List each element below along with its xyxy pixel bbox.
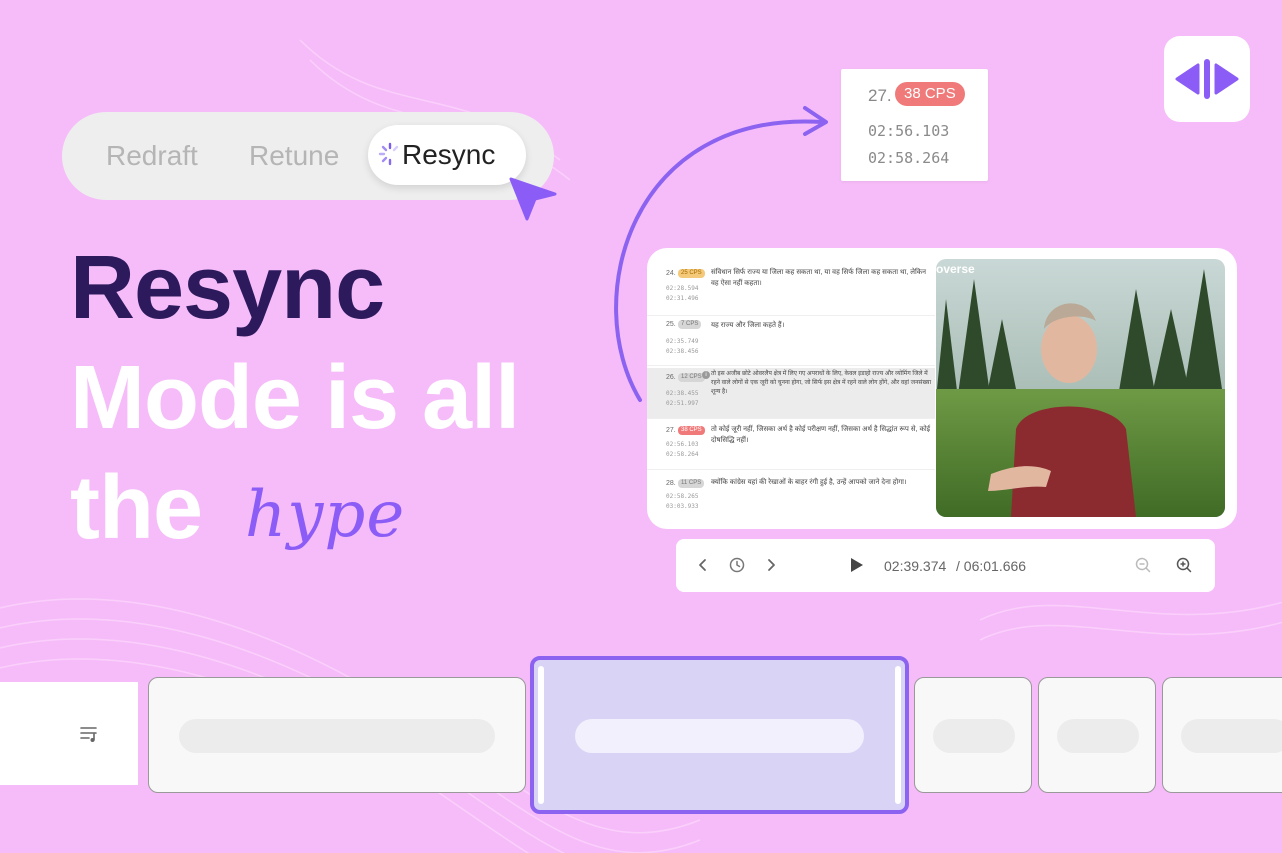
timeline-clip[interactable]	[914, 677, 1032, 793]
subtitle-row[interactable]: 28. 11 CPS क्योंकि कांग्रेस यहां की रेखा…	[647, 472, 935, 522]
subtitle-cps-badge: 11 CPS	[678, 479, 705, 488]
subtitle-row[interactable]: 25. 7 CPS यह राज्य और जिला कहते हैं। 02:…	[647, 318, 935, 366]
subtitle-end-time: 02:38.456	[666, 348, 699, 355]
timeline-track-header	[0, 682, 138, 785]
subtitle-cps-badge: 25 CPS	[678, 269, 705, 278]
mode-redraft-tab[interactable]: Redraft	[106, 112, 198, 200]
editor-panel: 24. 25 CPS संविधान सिर्फ राज्य या जिला क…	[647, 248, 1237, 529]
subtitle-text[interactable]: तो इस अजीब छोटे ओवरलैप क्षेत्र में लिए ग…	[711, 370, 931, 397]
player-bar: 02:39.374 / 06:01.666	[676, 539, 1215, 592]
clip-waveform-placeholder	[179, 719, 495, 753]
subtitle-text[interactable]: यह राज्य और जिला कहते हैं।	[711, 320, 931, 331]
subtitle-end-time: 02:51.997	[666, 400, 699, 407]
subtitle-start-time: 02:28.594	[666, 285, 699, 292]
spinner-icon	[378, 142, 399, 166]
cps-card-end-time: 02:58.264	[868, 149, 950, 167]
subtitle-row[interactable]: 27. 38 CPS तो कोई जूरी नहीं, जिसका अर्थ …	[647, 421, 935, 470]
headline-line-3: the	[70, 458, 203, 558]
subtitle-row-active[interactable]: 26. 12 CPS i तो इस अजीब छोटे ओवरलैप क्षे…	[647, 368, 935, 419]
subtitle-end-time: 02:31.496	[666, 295, 699, 302]
mode-retune-tab[interactable]: Retune	[249, 112, 339, 200]
timeline-clip-selected[interactable]	[530, 656, 909, 814]
timeline-clip[interactable]	[1038, 677, 1156, 793]
zoom-in-icon[interactable]	[1174, 555, 1194, 575]
subtitle-end-time: 03:03.933	[666, 503, 699, 510]
resync-logo-icon	[1175, 59, 1239, 99]
cps-card: 27. 38 CPS 02:56.103 02:58.264	[841, 69, 988, 181]
clip-waveform-placeholder	[575, 719, 864, 753]
cursor-arrow-icon	[509, 177, 557, 221]
subtitle-number: 26.	[666, 374, 676, 381]
subtitle-number: 28.	[666, 480, 676, 487]
clip-waveform-placeholder	[1181, 719, 1282, 753]
headline-line-2: Mode is all	[70, 348, 520, 448]
clip-handle-right[interactable]	[895, 666, 901, 804]
subtitle-start-time: 02:58.265	[666, 493, 699, 500]
timeline-clip[interactable]	[1162, 677, 1282, 793]
player-total-time: / 06:01.666	[956, 558, 1027, 574]
cps-card-badge: 38 CPS	[895, 82, 965, 106]
clip-waveform-placeholder	[933, 719, 1015, 753]
subtitle-cps-badge: 38 CPS	[678, 426, 705, 435]
cps-card-start-time: 02:56.103	[868, 122, 950, 140]
mode-switcher: Redraft Retune Resync	[62, 112, 554, 200]
video-watermark: overse	[936, 262, 975, 276]
chevron-left-icon[interactable]	[693, 555, 713, 575]
subtitle-text[interactable]: क्योंकि कांग्रेस यहां की रेखाओं के बाहर …	[711, 477, 931, 488]
player-current-time: 02:39.374	[884, 558, 947, 574]
clip-handle-left[interactable]	[538, 666, 544, 804]
subtitle-text[interactable]: संविधान सिर्फ राज्य या जिला कह सकता था, …	[711, 267, 931, 289]
mode-resync-tab[interactable]: Resync	[368, 125, 526, 185]
subtitle-end-time: 02:58.264	[666, 451, 699, 458]
play-icon[interactable]	[846, 555, 866, 575]
zoom-out-icon[interactable]	[1133, 555, 1153, 575]
timeline-clip[interactable]	[148, 677, 526, 793]
subtitle-cps-badge: 12 CPS	[678, 373, 705, 382]
subtitle-start-time: 02:56.103	[666, 441, 699, 448]
headline-line-1: Resync	[70, 238, 385, 338]
subtitle-cps-badge: 7 CPS	[678, 320, 702, 329]
subtitle-text[interactable]: तो कोई जूरी नहीं, जिसका अर्थ है कोई परीक…	[711, 424, 931, 446]
clock-icon[interactable]	[727, 555, 747, 575]
subtitle-row[interactable]: 24. 25 CPS संविधान सिर्फ राज्य या जिला क…	[647, 265, 935, 316]
cps-card-number: 27.	[868, 86, 892, 105]
subtitle-start-time: 02:35.749	[666, 338, 699, 345]
playlist-icon[interactable]	[79, 725, 99, 743]
chevron-right-icon[interactable]	[761, 555, 781, 575]
headline-hype-script: hype	[245, 478, 406, 552]
mode-resync-label: Resync	[402, 139, 496, 170]
subtitle-number: 24.	[666, 270, 676, 277]
clip-waveform-placeholder	[1057, 719, 1139, 753]
subtitle-number: 25.	[666, 321, 676, 328]
app-logo	[1164, 36, 1250, 122]
subtitle-start-time: 02:38.455	[666, 390, 699, 397]
subtitle-number: 27.	[666, 427, 676, 434]
info-icon: i	[702, 371, 710, 379]
video-frame[interactable]	[936, 259, 1225, 517]
